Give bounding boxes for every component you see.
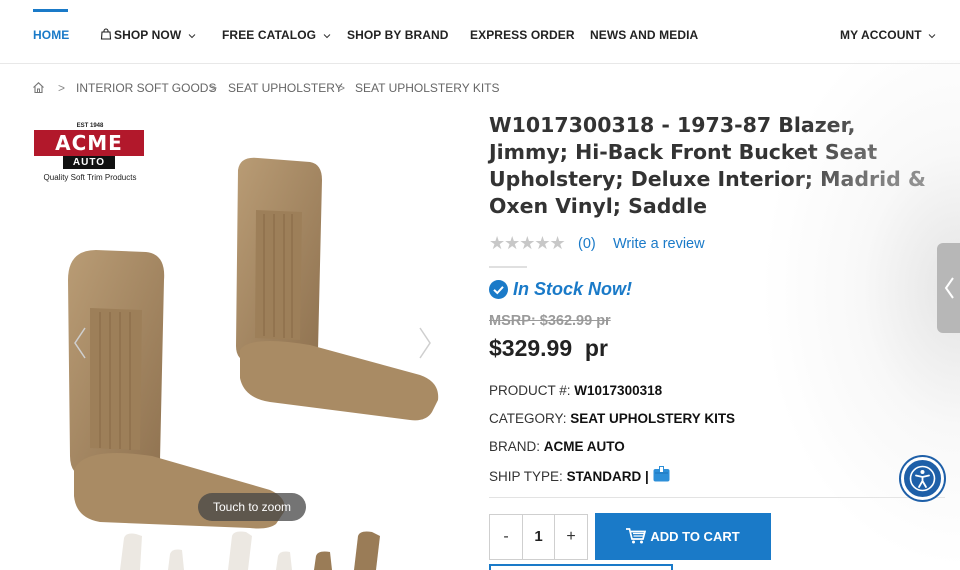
nav-home-label: HOME xyxy=(33,28,70,42)
chevron-down-icon xyxy=(323,33,330,39)
quantity-increase-button[interactable]: + xyxy=(555,515,587,559)
nav-express-order[interactable]: EXPRESS ORDER xyxy=(470,28,575,42)
breadcrumb-interior-soft-goods[interactable]: INTERIOR SOFT GOODS xyxy=(76,81,216,95)
quantity-decrease-button[interactable]: - xyxy=(490,515,522,559)
active-nav-indicator xyxy=(33,9,68,12)
ship-type-label: SHIP TYPE: xyxy=(489,469,563,484)
home-icon[interactable] xyxy=(32,81,45,94)
thumbnail-1[interactable] xyxy=(120,533,142,570)
breadcrumb-separator: > xyxy=(58,81,66,95)
nav-shop-by-brand[interactable]: SHOP BY BRAND xyxy=(347,28,449,42)
add-to-cart-button[interactable]: ADD TO CART xyxy=(595,513,771,560)
shopping-bag-icon xyxy=(100,28,112,40)
chevron-left-icon xyxy=(944,277,954,299)
nav-express-order-label: EXPRESS ORDER xyxy=(470,28,575,42)
nav-news-label: NEWS AND MEDIA xyxy=(590,28,699,42)
price-value: $329.99 xyxy=(489,335,573,361)
chevron-down-icon xyxy=(928,33,936,39)
product-image-seats[interactable] xyxy=(60,150,450,530)
product-brand: BRAND: ACME AUTO xyxy=(489,439,625,454)
write-review-link[interactable]: Write a review xyxy=(613,236,705,252)
side-panel-toggle[interactable] xyxy=(937,243,960,333)
product-ship-type: SHIP TYPE: STANDARD | xyxy=(489,466,670,484)
quantity-stepper: - 1 + xyxy=(489,514,588,560)
nav-shop-now-label: SHOP NOW xyxy=(114,28,182,42)
accessibility-icon xyxy=(909,465,936,492)
rating-count[interactable]: (0) xyxy=(578,236,596,252)
breadcrumb-seat-upholstery-kits[interactable]: SEAT UPHOLSTERY KITS xyxy=(355,81,500,95)
nav-my-account[interactable]: MY ACCOUNT xyxy=(840,28,936,42)
brand-label: BRAND: xyxy=(489,439,541,454)
category-label: CATEGORY: xyxy=(489,411,567,426)
msrp-price: MSRP: $362.99 pr xyxy=(489,313,611,329)
cart-icon xyxy=(626,528,647,544)
add-to-cart-label: ADD TO CART xyxy=(650,529,740,544)
nav-home[interactable]: HOME xyxy=(33,28,69,42)
product-category: CATEGORY: SEAT UPHOLSTERY KITS xyxy=(489,411,735,426)
rating-stars: ★★★★★ xyxy=(489,233,566,253)
touch-to-zoom-hint: Touch to zoom xyxy=(198,493,306,521)
thumbnail-2[interactable] xyxy=(168,549,184,570)
price-unit: pr xyxy=(584,335,608,361)
secondary-action-button[interactable] xyxy=(489,564,673,570)
sale-price: $329.99 pr xyxy=(489,335,608,362)
chevron-left-icon[interactable] xyxy=(72,326,88,360)
thumbnail-6[interactable] xyxy=(354,531,380,570)
nav-free-catalog[interactable]: FREE CATALOG xyxy=(222,28,331,42)
ship-type-value: STANDARD | xyxy=(566,469,649,484)
nav-free-catalog-label: FREE CATALOG xyxy=(222,28,317,42)
thumbnail-4[interactable] xyxy=(276,551,292,570)
category-value[interactable]: SEAT UPHOLSTERY KITS xyxy=(570,411,735,426)
chevron-right-icon[interactable] xyxy=(417,326,433,360)
thumbnail-3[interactable] xyxy=(228,531,252,570)
breadcrumb-separator: > xyxy=(210,81,218,95)
divider xyxy=(489,266,527,268)
accessibility-button[interactable] xyxy=(901,457,944,500)
stock-status: In Stock Now! xyxy=(513,279,633,299)
brand-value[interactable]: ACME AUTO xyxy=(544,439,625,454)
chevron-down-icon xyxy=(188,33,196,39)
product-number-label: PRODUCT #: xyxy=(489,383,571,398)
product-number: PRODUCT #: W1017300318 xyxy=(489,383,662,398)
check-circle-icon xyxy=(489,280,508,299)
top-navigation: HOME SHOP NOW FREE CATALOG SHOP BY BRAND… xyxy=(0,0,960,64)
product-number-value: W1017300318 xyxy=(574,383,663,398)
nav-shop-by-brand-label: SHOP BY BRAND xyxy=(347,28,449,42)
breadcrumb-seat-upholstery[interactable]: SEAT UPHOLSTERY xyxy=(228,81,343,95)
breadcrumb-separator: > xyxy=(338,81,346,95)
nav-news-and-media[interactable]: NEWS AND MEDIA xyxy=(590,28,698,42)
package-icon xyxy=(653,466,670,482)
nav-my-account-label: MY ACCOUNT xyxy=(840,28,922,42)
quantity-input[interactable]: 1 xyxy=(522,515,555,559)
thumbnail-5[interactable] xyxy=(314,551,332,570)
logo-est: EST 1948 xyxy=(76,123,104,129)
thumbnail-strip[interactable] xyxy=(110,528,400,570)
nav-shop-now[interactable]: SHOP NOW xyxy=(100,28,196,42)
